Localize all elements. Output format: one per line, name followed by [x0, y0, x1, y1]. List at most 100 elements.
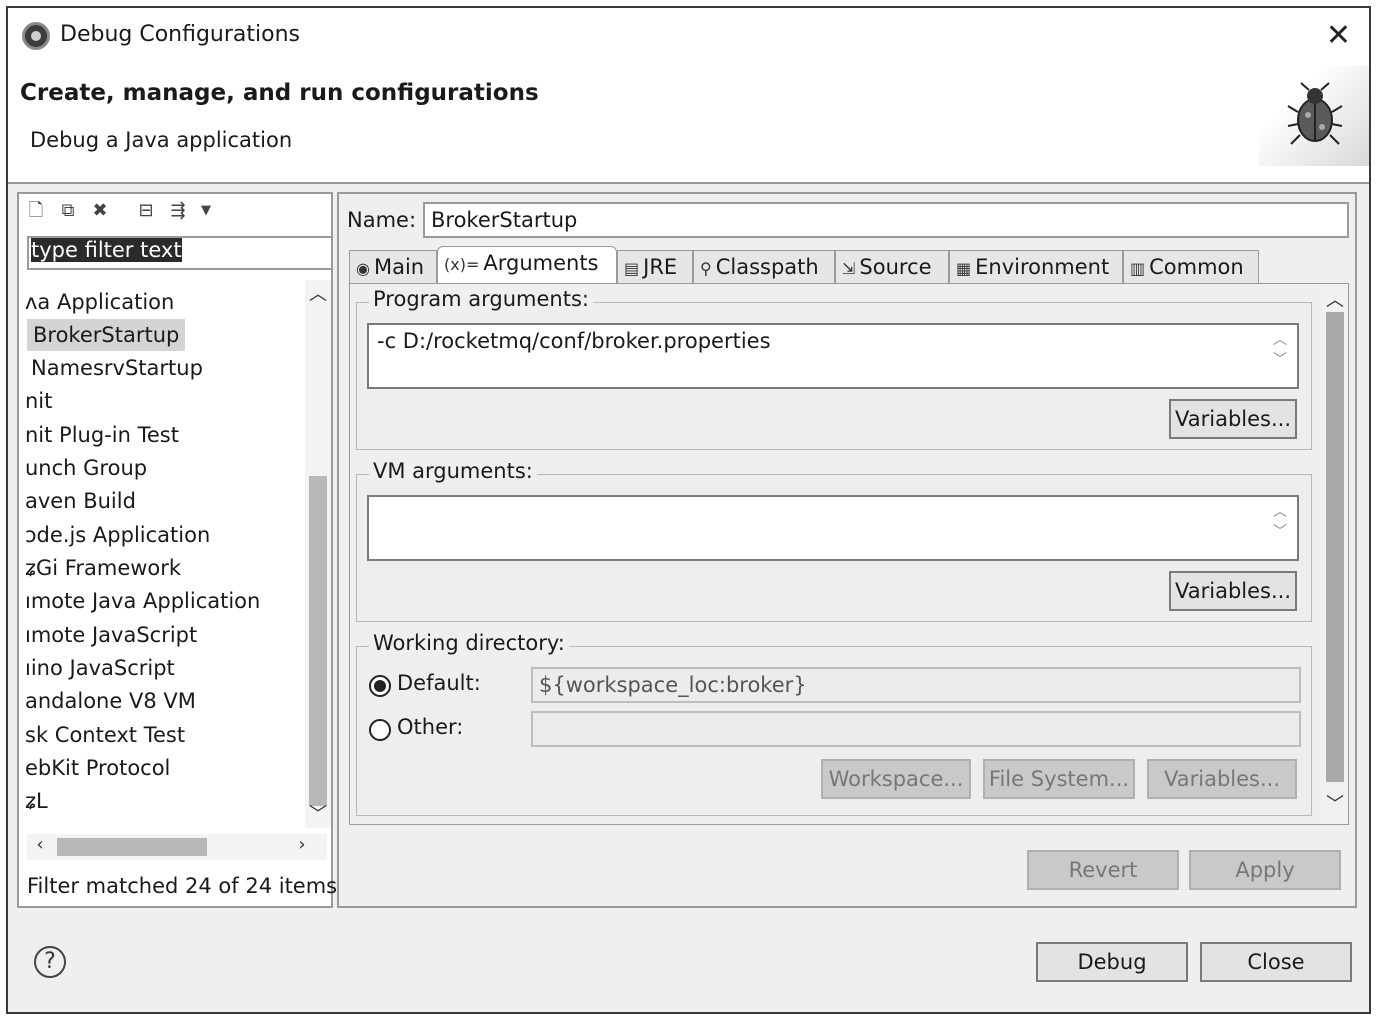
tab-arguments[interactable]: (x)= Arguments: [437, 246, 617, 284]
filter-placeholder: type filter text: [31, 238, 182, 262]
tab-label: JRE: [643, 255, 678, 279]
tree-item-selected[interactable]: BrokerStartup: [27, 319, 186, 351]
tree-item[interactable]: ıino JavaScript: [25, 652, 175, 684]
tree-vertical-scrollbar[interactable]: ︿ ﹀: [305, 280, 331, 828]
common-tab-icon: ▥: [1130, 259, 1146, 278]
tab-label: Environment: [975, 255, 1110, 279]
textarea-scroll-arrows[interactable]: ︿ ﹀: [1273, 501, 1291, 557]
tab-jre[interactable]: ▤ JRE: [617, 250, 693, 284]
window-title: Debug Configurations: [60, 22, 301, 47]
tree-item[interactable]: nit: [25, 385, 52, 417]
scroll-left-icon[interactable]: ‹: [27, 834, 53, 855]
tree-item[interactable]: sk Context Test: [25, 719, 185, 751]
working-directory-group: Working directory: Default: ${workspace_…: [356, 631, 1312, 816]
tree-item[interactable]: aven Build: [25, 485, 136, 517]
duplicate-icon[interactable]: ⧉: [57, 200, 79, 222]
name-label: Name:: [347, 208, 417, 232]
tab-label: Common: [1149, 255, 1244, 279]
tab-common[interactable]: ▥ Common: [1123, 250, 1259, 284]
file-system-button[interactable]: File System...: [983, 759, 1135, 799]
working-variables-button[interactable]: Variables...: [1147, 759, 1297, 799]
working-directory-label: Working directory:: [369, 631, 569, 655]
classpath-tab-icon: ⚲: [700, 259, 712, 278]
tree-item[interactable]: ımote JavaScript: [25, 619, 197, 651]
tab-main[interactable]: ◉ Main: [349, 250, 437, 284]
program-variables-button[interactable]: Variables...: [1169, 399, 1297, 439]
scroll-up-icon[interactable]: ︿: [1322, 286, 1348, 312]
tree-item[interactable]: andalone V8 VM: [25, 685, 196, 717]
revert-button[interactable]: Revert: [1027, 850, 1179, 890]
scroll-down-icon[interactable]: ﹀: [1322, 790, 1348, 816]
configurations-panel: 🗋 ⧉ ✖ ⊟ ⇶ ▼ type filter text ʌa Applicat…: [17, 192, 337, 908]
scroll-thumb[interactable]: [1326, 312, 1344, 782]
debug-app-icon: [22, 22, 50, 50]
tree-item[interactable]: ʑL: [25, 785, 48, 817]
tab-label: Classpath: [715, 255, 819, 279]
configurations-toolbar: 🗋 ⧉ ✖ ⊟ ⇶ ▼: [19, 194, 331, 228]
configuration-editor: Name: BrokerStartup ◉ Main (x)= Arguments …: [337, 192, 1357, 908]
apply-button[interactable]: Apply: [1189, 850, 1341, 890]
title-bar: Debug Configurations ✕: [8, 8, 1369, 66]
default-label: Default:: [397, 671, 481, 695]
vm-variables-button[interactable]: Variables...: [1169, 571, 1297, 611]
tree-item[interactable]: ebKit Protocol: [25, 752, 170, 784]
tree-item[interactable]: ımote Java Application: [25, 585, 260, 617]
scroll-up-icon[interactable]: ︿: [305, 280, 331, 306]
delete-icon[interactable]: ✖: [89, 200, 111, 222]
tab-vertical-scrollbar[interactable]: ︿ ﹀: [1322, 284, 1348, 824]
scroll-thumb[interactable]: [57, 838, 207, 856]
tree-item[interactable]: ʑGi Framework: [25, 552, 181, 584]
source-tab-icon: ⇲: [842, 259, 856, 278]
help-icon[interactable]: ?: [34, 946, 66, 978]
main-tab-icon: ◉: [356, 259, 370, 278]
tree-item[interactable]: ɔde.js Application: [25, 519, 210, 551]
tab-classpath[interactable]: ⚲ Classpath: [693, 250, 835, 284]
debug-configurations-window: Debug Configurations ✕ Create, manage, a…: [6, 6, 1371, 1014]
default-directory-field: ${workspace_loc:broker}: [531, 667, 1301, 703]
new-configuration-icon[interactable]: 🗋: [25, 200, 47, 222]
program-arguments-group: Program arguments: -c D:/rocketmq/conf/b…: [356, 287, 1312, 450]
tab-environment[interactable]: ▦ Environment: [949, 250, 1123, 284]
tree-horizontal-scrollbar[interactable]: ‹ ›: [27, 834, 327, 860]
program-arguments-label: Program arguments:: [369, 287, 593, 311]
header-banner: Create, manage, and run configurations D…: [8, 66, 1369, 184]
filter-input[interactable]: type filter text: [27, 236, 333, 270]
banner-subtitle: Debug a Java application: [30, 128, 293, 152]
tab-label: Main: [373, 255, 425, 279]
debug-button[interactable]: Debug: [1036, 942, 1188, 982]
tree-item[interactable]: ʌa Application: [25, 286, 174, 318]
other-radio[interactable]: [369, 719, 391, 741]
tab-label: Source: [859, 255, 932, 279]
collapse-all-icon[interactable]: ⊟: [135, 200, 157, 222]
other-label: Other:: [397, 715, 464, 739]
default-radio[interactable]: [369, 675, 391, 697]
filter-status: Filter matched 24 of 24 items: [27, 874, 338, 898]
textarea-scroll-arrows[interactable]: ︿ ﹀: [1273, 329, 1291, 385]
tab-source[interactable]: ⇲ Source: [835, 250, 949, 284]
scroll-thumb[interactable]: [309, 476, 327, 806]
scroll-right-icon[interactable]: ›: [289, 834, 315, 855]
jre-tab-icon: ▤: [624, 259, 640, 278]
arguments-tab-icon: (x)=: [444, 255, 480, 274]
arguments-tab-content: Program arguments: -c D:/rocketmq/conf/b…: [349, 283, 1349, 825]
vm-arguments-field[interactable]: ︿ ﹀: [367, 495, 1299, 561]
environment-tab-icon: ▦: [956, 259, 972, 278]
program-arguments-value: -c D:/rocketmq/conf/broker.properties: [377, 329, 771, 353]
program-arguments-field[interactable]: -c D:/rocketmq/conf/broker.properties ︿ ﹀: [367, 323, 1299, 389]
workspace-button[interactable]: Workspace...: [821, 759, 971, 799]
tree-item[interactable]: nit Plug-in Test: [25, 419, 179, 451]
close-icon[interactable]: ✕: [1326, 18, 1351, 53]
configuration-tree: ʌa Application BrokerStartup NamesrvStar…: [19, 278, 305, 826]
banner-title: Create, manage, and run configurations: [20, 80, 539, 106]
name-field[interactable]: BrokerStartup: [423, 202, 1349, 238]
vm-arguments-group: VM arguments: ︿ ﹀ Variables...: [356, 459, 1312, 622]
scroll-down-icon[interactable]: ﹀: [305, 800, 331, 826]
other-directory-field[interactable]: [531, 711, 1301, 747]
tab-label: Arguments: [483, 251, 599, 275]
configuration-tabs: ◉ Main (x)= Arguments ▤ JRE ⚲ Classpath ⇲ Sou…: [349, 246, 1349, 284]
chevron-down-icon[interactable]: ▼: [195, 200, 217, 222]
tree-item[interactable]: NamesrvStartup: [31, 352, 203, 384]
close-button[interactable]: Close: [1200, 942, 1352, 982]
filter-icon[interactable]: ⇶: [167, 200, 189, 222]
tree-item[interactable]: unch Group: [25, 452, 147, 484]
